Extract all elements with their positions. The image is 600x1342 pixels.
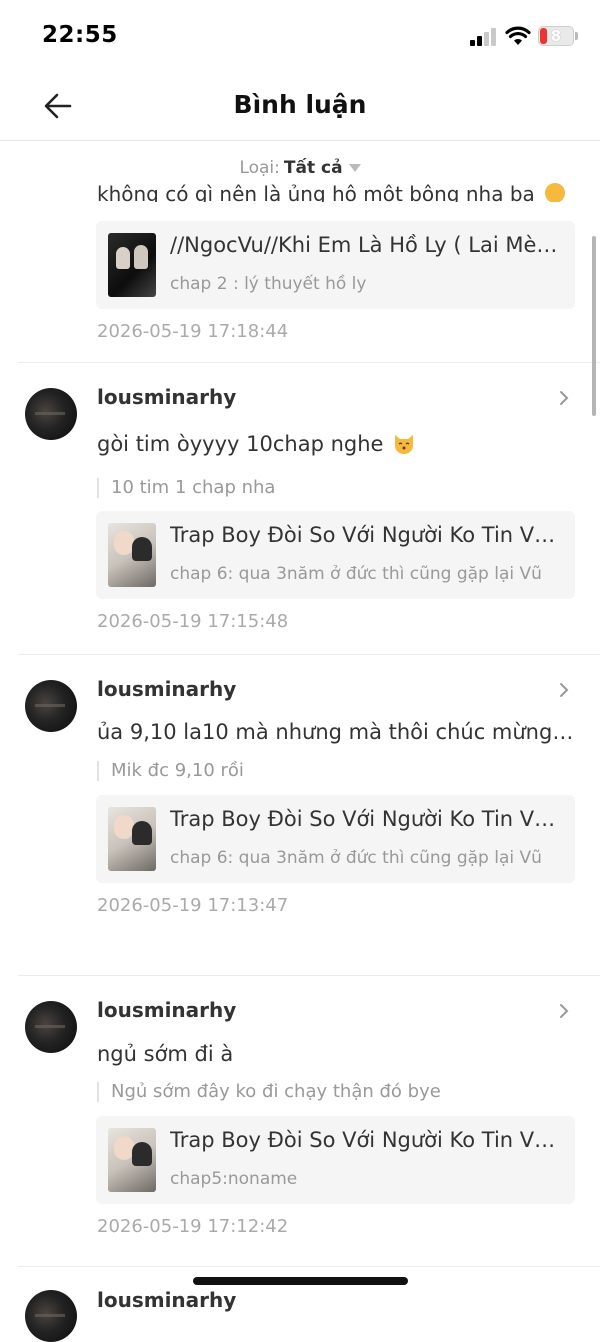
story-thumbnail — [108, 807, 156, 871]
author-reply: Mik đc 9,10 rồi — [97, 761, 244, 781]
nav-header: Bình luận — [0, 72, 600, 141]
type-filter[interactable]: Loại: Tất cả — [0, 158, 600, 178]
status-time: 22:55 — [42, 22, 118, 48]
username[interactable]: lousminarhy — [97, 385, 236, 409]
comment-text: ủa 9,10 la10 mà nhưng mà thôi chúc mừng … — [97, 720, 575, 744]
comment-text: gòi tim òyyyy 10chap nghe — [97, 432, 575, 456]
story-title: Trap Boy Đòi So Với Người Ko Tin Về... — [170, 1128, 562, 1152]
story-thumbnail — [108, 1128, 156, 1192]
story-thumbnail — [108, 233, 156, 297]
avatar[interactable] — [25, 1290, 77, 1342]
comment-timestamp: 2026-05-19 17:15:48 — [97, 611, 289, 632]
story-title: Trap Boy Đòi So Với Người Ko Tin Về... — [170, 523, 562, 547]
avatar[interactable] — [25, 388, 77, 440]
dropdown-caret-icon — [348, 164, 361, 172]
filter-value: Tất cả — [283, 158, 343, 178]
chapter-title: chap5:noname — [170, 1169, 298, 1189]
wifi-icon — [505, 26, 531, 45]
cellular-signal-icon — [470, 28, 498, 46]
battery-cap — [575, 32, 578, 40]
story-title: Trap Boy Đòi So Với Người Ko Tin Về... — [170, 807, 562, 831]
kissing-cat-emoji-icon — [395, 435, 414, 454]
chevron-right-icon[interactable] — [556, 1002, 572, 1020]
divider — [18, 1266, 600, 1267]
scrollbar[interactable] — [592, 236, 596, 416]
battery-level: 8 — [550, 27, 562, 45]
kissing-face-emoji-icon — [545, 183, 566, 202]
story-card[interactable]: Trap Boy Đòi So Với Người Ko Tin Về... c… — [96, 1116, 575, 1204]
story-card[interactable]: Trap Boy Đòi So Với Người Ko Tin Về... c… — [96, 511, 575, 599]
chapter-title: chap 2 : lý thuyết hồ ly — [170, 274, 367, 294]
author-reply: 10 tim 1 chap nha — [97, 478, 275, 498]
battery-icon: 8 — [538, 26, 574, 46]
partial-comment-text: không có gì nên là ủng hộ một bông nha b… — [97, 180, 567, 202]
story-thumbnail — [108, 523, 156, 587]
chapter-title: chap 6: qua 3năm ở đức thì cũng gặp lại … — [170, 564, 542, 584]
divider — [18, 975, 600, 976]
comment-text-label: gòi tim òyyyy 10chap nghe — [97, 432, 384, 456]
home-indicator[interactable] — [193, 1277, 408, 1285]
comment-timestamp: 2026-05-19 17:18:44 — [97, 321, 289, 342]
author-reply: Ngủ sớm đây ko đi chạy thận đó bye — [97, 1082, 441, 1102]
story-card[interactable]: //NgocVu//Khi Em Là Hồ Ly ( Lai Mèo )...… — [96, 221, 575, 309]
avatar[interactable] — [25, 680, 77, 732]
comment-timestamp: 2026-05-19 17:13:47 — [97, 895, 289, 916]
page-title: Bình luận — [233, 90, 367, 119]
partial-comment-label: không có gì nên là ủng hộ một bông nha b… — [97, 182, 535, 202]
chevron-right-icon[interactable] — [556, 681, 572, 699]
divider — [18, 654, 600, 655]
divider — [18, 362, 600, 363]
filter-label: Loại: — [239, 158, 280, 178]
chevron-right-icon[interactable] — [556, 389, 572, 407]
username[interactable]: lousminarhy — [97, 1288, 236, 1312]
username[interactable]: lousminarhy — [97, 998, 236, 1022]
chapter-title: chap 6: qua 3năm ở đức thì cũng gặp lại … — [170, 848, 542, 868]
username[interactable]: lousminarhy — [97, 677, 236, 701]
story-card[interactable]: Trap Boy Đòi So Với Người Ko Tin Về... c… — [96, 795, 575, 883]
comment-text: ngủ sớm đi à — [97, 1042, 234, 1066]
story-title: //NgocVu//Khi Em Là Hồ Ly ( Lai Mèo )... — [170, 233, 562, 257]
comment-timestamp: 2026-05-19 17:12:42 — [97, 1216, 289, 1237]
status-bar: 22:55 8 — [0, 0, 600, 72]
avatar[interactable] — [25, 1001, 77, 1053]
